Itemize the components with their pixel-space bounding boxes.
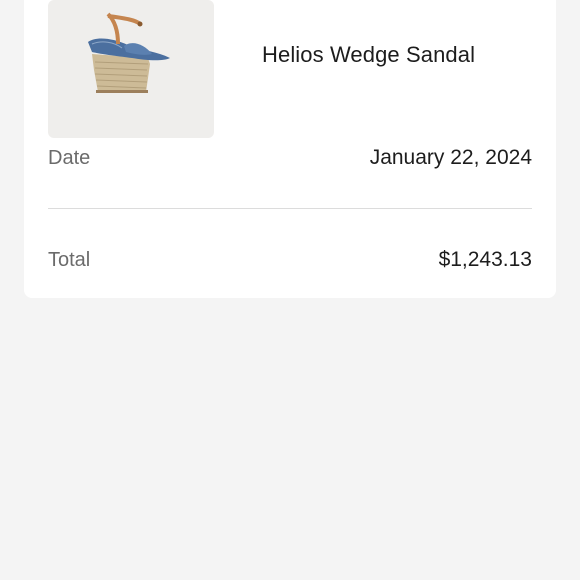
total-label: Total <box>48 249 91 271</box>
product-row[interactable]: Helios Wedge Sandal <box>48 0 532 138</box>
divider <box>48 208 532 209</box>
wedge-sandal-icon <box>88 12 170 93</box>
date-row: Date January 22, 2024 <box>48 143 532 173</box>
product-image[interactable] <box>48 0 214 138</box>
order-summary-card: Helios Wedge Sandal Date January 22, 202… <box>24 0 556 298</box>
order-details-page: Helios Wedge Sandal Date January 22, 202… <box>0 0 580 580</box>
date-label: Date <box>48 147 91 169</box>
total-value: $1,243.13 <box>438 248 532 271</box>
product-name[interactable]: Helios Wedge Sandal <box>262 42 475 68</box>
date-value: January 22, 2024 <box>369 146 532 169</box>
total-row: Total $1,243.13 <box>48 245 532 275</box>
